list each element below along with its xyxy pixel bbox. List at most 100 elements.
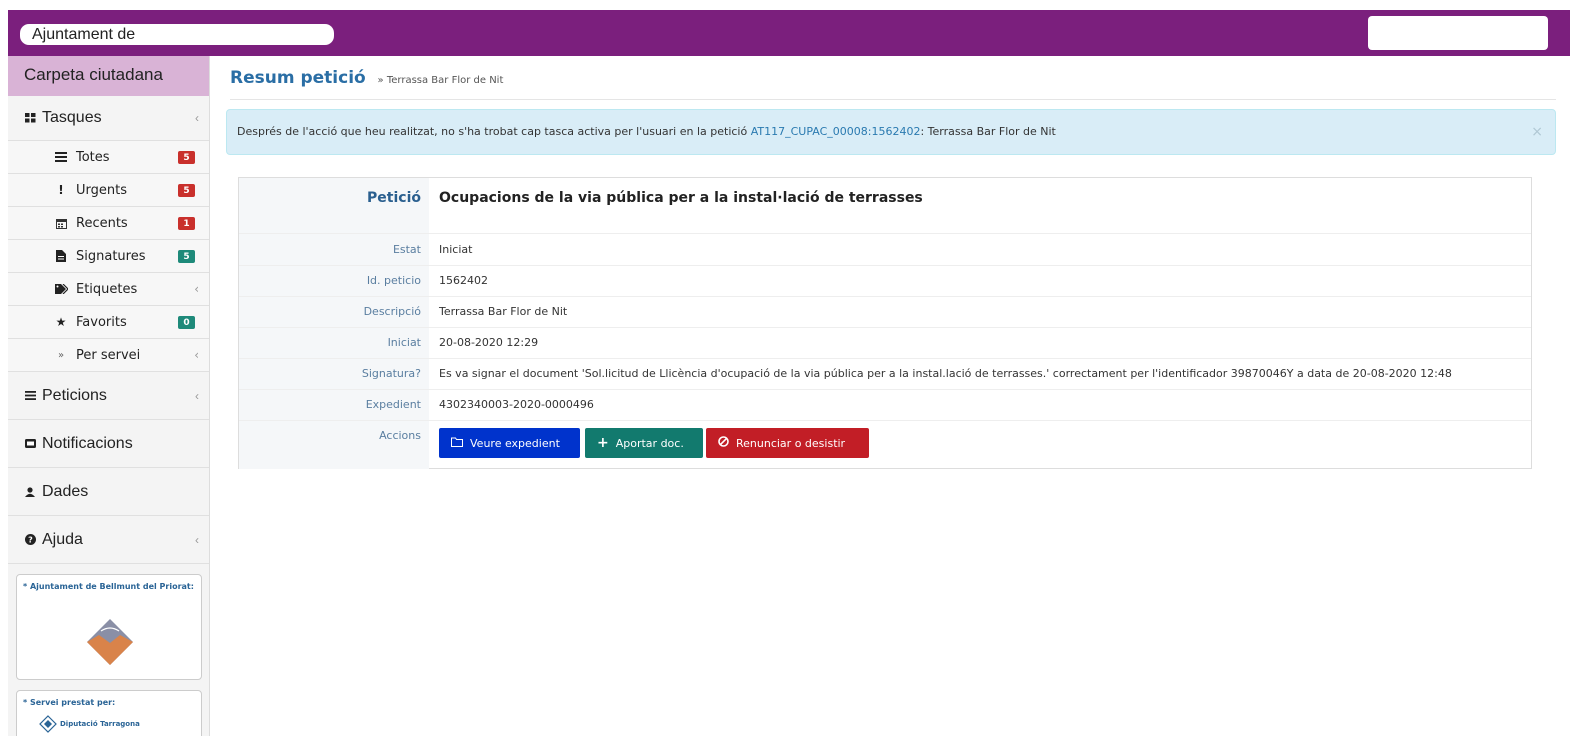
sidebar-subitem-etiquetes[interactable]: Etiquetes ‹ xyxy=(8,273,209,306)
count-badge: 1 xyxy=(178,217,195,230)
field-label: Descripció xyxy=(239,297,429,327)
detail-row-id: Id. peticio 1562402 xyxy=(239,266,1531,297)
sidebar-subitem-urgents[interactable]: ! Urgents 5 xyxy=(8,174,209,207)
star-icon: ★ xyxy=(55,315,67,329)
chevron-left-icon: ‹ xyxy=(195,532,199,547)
field-label: Accions xyxy=(239,421,429,469)
detail-row-signatura: Signatura? Es va signar el document 'Sol… xyxy=(239,359,1531,390)
user-box[interactable] xyxy=(1368,16,1548,50)
question-circle-icon: ? xyxy=(24,534,36,545)
field-label: Estat xyxy=(239,234,429,265)
page-header: Resum petició » Terrassa Bar Flor de Nit xyxy=(230,66,1556,100)
alert-text-suffix: : Terrassa Bar Flor de Nit xyxy=(920,125,1056,138)
org-name[interactable]: Ajuntament de xyxy=(20,24,334,45)
button-label: Veure expedient xyxy=(470,436,560,450)
chevron-left-icon: ‹ xyxy=(195,111,199,125)
breadcrumb: » Terrassa Bar Flor de Nit xyxy=(377,75,504,86)
detail-row-iniciat: Iniciat 20-08-2020 12:29 xyxy=(239,328,1531,359)
withdraw-button[interactable]: Renunciar o desistir xyxy=(706,428,869,458)
sidebar-item-peticions[interactable]: Peticions ‹ xyxy=(8,372,209,420)
field-value: Iniciat xyxy=(439,243,473,256)
field-value: 4302340003-2020-0000496 xyxy=(439,398,594,411)
top-bar: Ajuntament de xyxy=(0,0,1576,56)
detail-row-expedient: Expedient 4302340003-2020-0000496 xyxy=(239,390,1531,421)
count-badge: 5 xyxy=(178,184,195,197)
card-title: * Servei prestat per: xyxy=(23,698,116,707)
sidebar-item-label: Notificacions xyxy=(42,434,133,452)
sidebar-subitem-label: Favorits xyxy=(76,314,127,330)
sidebar-item-label: Peticions xyxy=(42,386,107,404)
field-label: Expedient xyxy=(239,390,429,420)
detail-row-estat: Estat Iniciat xyxy=(239,234,1531,266)
envelope-icon xyxy=(24,439,36,448)
add-document-button[interactable]: + Aportar doc. xyxy=(585,428,703,458)
exclamation-icon: ! xyxy=(58,183,64,197)
field-label: Petició xyxy=(239,178,429,233)
sidebar-item-label: Tasques xyxy=(42,109,102,126)
info-alert: Després de l'acció que heu realitzat, no… xyxy=(226,109,1556,155)
user-icon xyxy=(24,486,36,497)
chevron-left-icon: ‹ xyxy=(194,282,199,296)
button-label: Renunciar o desistir xyxy=(736,436,846,450)
field-value: 1562402 xyxy=(439,274,488,287)
municipality-logo xyxy=(87,619,133,668)
sidebar-subitem-label: Urgents xyxy=(76,182,127,198)
field-label: Signatura? xyxy=(239,359,429,389)
bars-icon xyxy=(24,391,36,400)
close-icon[interactable]: × xyxy=(1531,110,1543,154)
count-badge: 5 xyxy=(178,151,195,164)
sidebar-subitem-per-servei[interactable]: » Per servei ‹ xyxy=(8,339,209,372)
ban-icon xyxy=(718,436,729,450)
request-detail-panel: Petició Ocupacions de la via pública per… xyxy=(238,177,1532,469)
provider-card: * Servei prestat per: Diputació Tarragon… xyxy=(16,690,202,736)
alert-text: Després de l'acció que heu realitzat, no… xyxy=(237,125,751,138)
count-badge: 0 xyxy=(178,316,195,329)
sidebar-item-tasques[interactable]: Tasques ‹ xyxy=(8,96,209,141)
sidebar-subitem-label: Totes xyxy=(76,149,110,165)
svg-text:?: ? xyxy=(28,536,33,545)
sidebar: Carpeta ciutadana Tasques ‹ Totes 5 ! Ur… xyxy=(8,56,210,736)
sidebar-subitem-recents[interactable]: Recents 1 xyxy=(8,207,209,240)
field-value: 20-08-2020 12:29 xyxy=(439,336,539,349)
sidebar-subitem-favorits[interactable]: ★ Favorits 0 xyxy=(8,306,209,339)
sidebar-item-notificacions[interactable]: Notificacions xyxy=(8,420,209,468)
request-link[interactable]: AT117_CUPAC_00008:1562402 xyxy=(751,125,921,138)
double-chevron-icon: » xyxy=(57,349,65,361)
page-title: Resum petició xyxy=(230,68,366,88)
file-icon xyxy=(54,250,68,262)
sidebar-subitem-label: Signatures xyxy=(76,248,146,264)
sidebar-title[interactable]: Carpeta ciutadana xyxy=(8,56,209,96)
municipality-card: * Ajuntament de Bellmunt del Priorat: xyxy=(16,574,202,680)
sidebar-subitem-totes[interactable]: Totes 5 xyxy=(8,141,209,174)
button-label: Aportar doc. xyxy=(615,436,684,450)
grid-icon xyxy=(24,113,36,123)
field-value: Ocupacions de la via pública per a la in… xyxy=(439,190,923,206)
card-title: * Ajuntament de Bellmunt del Priorat: xyxy=(23,582,194,591)
field-label: Iniciat xyxy=(239,328,429,358)
sidebar-subitem-label: Recents xyxy=(76,215,128,231)
sidebar-subitem-label: Per servei xyxy=(76,347,141,363)
sidebar-item-label: Ajuda xyxy=(42,530,83,548)
tags-icon xyxy=(54,284,68,294)
sidebar-item-ajuda[interactable]: ? Ajuda ‹ xyxy=(8,516,209,564)
chevron-left-icon: ‹ xyxy=(195,388,199,403)
logo-text: Diputació Tarragona xyxy=(60,720,140,728)
field-label: Id. peticio xyxy=(239,266,429,296)
sidebar-item-dades[interactable]: Dades xyxy=(8,468,209,516)
count-badge: 5 xyxy=(178,250,195,263)
folder-icon xyxy=(451,437,463,450)
calendar-icon xyxy=(54,218,68,229)
detail-row-descripcio: Descripció Terrassa Bar Flor de Nit xyxy=(239,297,1531,328)
field-value: Terrassa Bar Flor de Nit xyxy=(439,305,568,318)
diputacio-logo: Diputació Tarragona xyxy=(39,715,140,733)
field-value: Es va signar el document 'Sol.licitud de… xyxy=(439,367,1452,380)
plus-icon: + xyxy=(597,435,609,451)
sidebar-subitem-signatures[interactable]: Signatures 5 xyxy=(8,240,209,273)
sidebar-item-label: Dades xyxy=(42,482,89,500)
detail-row-peticio: Petició Ocupacions de la via pública per… xyxy=(239,178,1531,234)
chevron-left-icon: ‹ xyxy=(194,348,199,362)
detail-row-accions: Accions Veure expedient + Aportar doc. R… xyxy=(239,421,1531,469)
view-expedient-button[interactable]: Veure expedient xyxy=(439,428,580,458)
list-icon xyxy=(54,152,68,162)
sidebar-subitem-label: Etiquetes xyxy=(76,281,138,297)
